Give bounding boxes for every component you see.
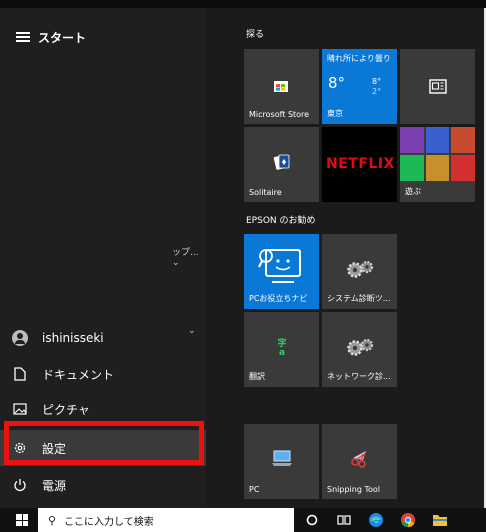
tile-netflix[interactable]: NETFLIX <box>322 127 397 202</box>
cards-icon <box>273 154 290 170</box>
taskbar: ⚲ ここに入力して検索 <box>0 508 486 532</box>
avatar <box>12 330 28 346</box>
pictures-label: ピクチャ <box>42 402 90 417</box>
tile-pc[interactable]: PC <box>244 424 319 499</box>
power-label: 電源 <box>42 478 67 493</box>
scissors-icon <box>351 451 367 468</box>
tile-snipping-tool[interactable]: Snipping Tool <box>322 424 397 499</box>
weather-condition: 晴れ所により曇り <box>327 54 391 63</box>
translate-icon: 字a <box>277 339 287 358</box>
weather-temp: 8° <box>328 74 346 92</box>
section-title-explore: 探る <box>246 30 265 40</box>
weather-low: 2° <box>372 87 382 96</box>
tile-microsoft-store[interactable]: Microsoft Store <box>244 49 319 124</box>
file-explorer-icon[interactable] <box>430 510 450 530</box>
computer-icon <box>272 450 292 466</box>
documents-label: ドキュメント <box>42 367 115 382</box>
user-name: ishinisseki <box>42 331 104 345</box>
store-icon <box>274 81 288 92</box>
power-item[interactable]: 電源 <box>0 470 206 500</box>
hamburger-icon[interactable] <box>16 32 30 42</box>
windows-start-icon[interactable] <box>16 514 28 526</box>
tile-solitaire[interactable]: Solitaire <box>244 127 319 202</box>
pc-help-icon <box>258 249 301 283</box>
tile-news[interactable] <box>400 49 475 124</box>
tile-play[interactable]: 遊ぶ <box>400 127 475 202</box>
edge-icon[interactable] <box>366 510 386 530</box>
tile-weather[interactable]: 晴れ所により曇り 8° 8° 2° 東京 <box>322 49 397 124</box>
section-title-epson: EPSON のお勧め <box>246 216 316 226</box>
highlight-box <box>4 421 204 465</box>
cut-off-label: ップ... ⌄ <box>172 248 199 268</box>
search-placeholder: ここに入力して検索 <box>64 516 154 528</box>
start-title: スタート <box>38 31 87 45</box>
tile-translate[interactable]: 字a 翻訳 <box>244 312 319 387</box>
tile-network-diagnostics[interactable]: ネットワーク診... <box>322 312 397 387</box>
documents-item[interactable]: ドキュメント <box>0 359 206 389</box>
user-account-item[interactable]: ishinisseki <box>0 323 206 353</box>
picture-icon <box>12 401 28 417</box>
gears-icon <box>347 338 374 356</box>
netflix-logo: NETFLIX <box>326 156 395 172</box>
chrome-icon[interactable] <box>398 510 418 530</box>
tile-system-diagnostics[interactable]: システム診断ツ... <box>322 234 397 309</box>
game-thumbnails <box>400 127 475 181</box>
weather-high: 8° <box>372 77 382 86</box>
cortana-icon[interactable] <box>302 510 322 530</box>
document-icon <box>12 366 28 382</box>
power-icon <box>12 477 28 493</box>
gears-icon <box>347 260 374 278</box>
chevron-down-icon[interactable]: ⌄ <box>172 258 180 268</box>
top-strip <box>0 0 486 8</box>
news-icon <box>429 79 447 94</box>
taskbar-search-box[interactable]: ⚲ ここに入力して検索 <box>38 508 294 532</box>
task-view-icon[interactable] <box>334 510 354 530</box>
start-menu: スタート ップ... ⌄ ⌄ ishinisseki ドキュメント ピクチャ 設 <box>0 0 486 508</box>
tile-pc-help-navi[interactable]: PCお役立ちナビ <box>244 234 319 309</box>
weather-city: 東京 <box>327 109 343 118</box>
search-icon: ⚲ <box>48 513 57 527</box>
tiles-pane: 探る Microsoft Store 晴れ所により曇り 8° 8° 2° 東京 … <box>206 8 484 508</box>
pictures-item[interactable]: ピクチャ <box>0 394 206 424</box>
